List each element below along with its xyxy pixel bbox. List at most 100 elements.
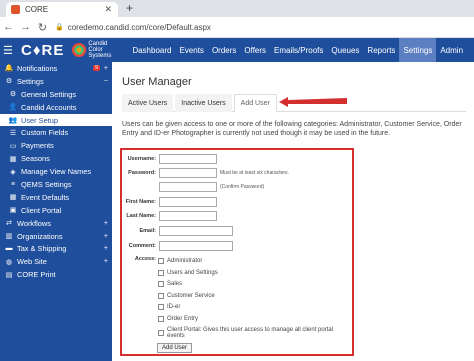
calendar-icon: ▦ — [9, 155, 17, 163]
core-logo[interactable]: C♦RE — [21, 42, 64, 59]
globe-icon: ◍ — [5, 258, 13, 266]
email-input[interactable] — [159, 226, 233, 236]
access-checkbox[interactable] — [158, 292, 164, 299]
forward-icon[interactable]: → — [17, 21, 34, 33]
access-option-label: Administrator — [167, 258, 203, 264]
sidebar-item-web-site[interactable]: ◍ Web Site + — [0, 255, 112, 268]
access-checkbox[interactable] — [158, 281, 164, 287]
tab-inactive-users[interactable]: Inactive Users — [175, 94, 232, 112]
card-icon: ▭ — [9, 142, 17, 150]
access-checkbox[interactable] — [158, 315, 164, 322]
access-checkbox[interactable] — [158, 330, 164, 336]
flow-icon: ⇄ — [6, 220, 12, 228]
sidebar-item-client-portal[interactable]: ▣ Client Portal — [0, 204, 112, 217]
expand-icon[interactable]: + — [104, 233, 108, 240]
portal-icon: ▣ — [9, 207, 17, 215]
confirm-password-input[interactable] — [159, 182, 217, 192]
sidebar: 🔔 Notifications 9 + ⚙ Settings − ⚙ General Setti… — [0, 62, 112, 361]
access-option[interactable]: Client Portal: Gives this user access to… — [158, 327, 352, 339]
nav-item-offers[interactable]: Offers — [240, 38, 270, 62]
sidebar-item-label: Workflows — [17, 218, 51, 228]
nav-item-settings[interactable]: Settings — [399, 38, 437, 62]
description-text: Users can be given access to one or more… — [122, 121, 462, 137]
first-name-input[interactable] — [159, 197, 217, 207]
sidebar-item-workflows[interactable]: ⇄ Workflows + — [0, 217, 112, 230]
brand-text: Candid Color Systems — [88, 41, 112, 59]
access-checkbox[interactable] — [158, 258, 164, 264]
sidebar-item-label: Custom Fields — [21, 128, 69, 138]
expand-icon[interactable]: + — [104, 65, 108, 72]
tab-title: CORE — [25, 5, 49, 14]
comment-input[interactable] — [159, 241, 233, 251]
sidebar-item-event-defaults[interactable]: ▦ Event Defaults — [0, 191, 112, 204]
comment-label: Comment: — [128, 243, 156, 249]
nav-item-dashboard[interactable]: Dashboard — [128, 38, 175, 62]
sidebar-item-payments[interactable]: ▭ Payments — [0, 139, 112, 152]
sidebar-item-settings[interactable]: ⚙ Settings − — [0, 75, 112, 88]
nav-item-admin[interactable]: Admin — [436, 38, 467, 62]
page-title: User Manager — [122, 76, 192, 88]
sidebar-item-label: Seasons — [21, 154, 50, 164]
menu-icon[interactable]: ☰ — [3, 44, 19, 57]
access-option[interactable]: ID-er — [158, 304, 180, 310]
email-row: Email: — [122, 226, 233, 236]
browser-tab-bar: CORE ✕ + — [0, 0, 474, 17]
sidebar-item-label: User Setup — [21, 115, 58, 125]
sidebar-item-notifications[interactable]: 🔔 Notifications 9 + — [0, 62, 112, 75]
sidebar-item-label: Payments — [21, 141, 54, 151]
password-label: Password: — [128, 170, 156, 176]
access-option[interactable]: Administrator — [158, 258, 202, 264]
list-icon: ☰ — [9, 129, 17, 137]
sidebar-item-label: Candid Accounts — [21, 102, 77, 112]
access-option[interactable]: Sales — [158, 281, 182, 287]
tab-add-user[interactable]: Add User — [233, 94, 277, 112]
sidebar-item-seasons[interactable]: ▦ Seasons — [0, 152, 112, 165]
username-input[interactable] — [159, 154, 217, 164]
close-icon[interactable]: ✕ — [104, 4, 112, 15]
brand-mark-icon — [72, 43, 87, 57]
reload-icon[interactable]: ↻ — [34, 21, 51, 34]
last-name-label: Last Name: — [126, 213, 156, 219]
sidebar-item-organizations[interactable]: ▥ Organizations + — [0, 230, 112, 243]
expand-icon[interactable]: + — [104, 245, 108, 252]
tab-active-users[interactable]: Active Users — [122, 94, 174, 112]
back-icon[interactable]: ← — [0, 21, 17, 33]
sidebar-item-qems-settings[interactable]: ≡ QEMS Settings — [0, 178, 112, 191]
truck-icon: ▬ — [5, 245, 13, 253]
sidebar-item-label: Organizations — [17, 231, 63, 241]
new-tab-icon[interactable]: + — [126, 1, 133, 15]
sidebar-item-manage-view-names[interactable]: ◈ Manage View Names — [0, 165, 112, 178]
sidebar-item-tax-shipping[interactable]: ▬ Tax & Shipping + — [0, 242, 112, 255]
tag-icon: ◈ — [10, 168, 16, 176]
access-option-label: ID-er — [167, 304, 181, 310]
first-name-row: First Name: — [122, 197, 217, 207]
password-input[interactable] — [159, 168, 217, 178]
access-checkbox[interactable] — [158, 269, 164, 276]
nav-item-reports[interactable]: Reports — [363, 38, 399, 62]
sidebar-item-core-print[interactable]: ▤ CORE Print — [0, 268, 112, 281]
nav-item-queues[interactable]: Queues — [327, 38, 363, 62]
access-option-label: Client Portal: Gives this user access to… — [166, 327, 334, 339]
sidebar-item-candid-accounts[interactable]: 👤 Candid Accounts — [0, 101, 112, 114]
access-option[interactable]: Order Entry — [158, 315, 198, 322]
access-checkbox[interactable] — [158, 304, 164, 310]
notification-badge: 9 — [92, 65, 100, 72]
nav-item-orders[interactable]: Orders — [208, 38, 240, 62]
add-user-button[interactable]: Add User — [157, 343, 193, 353]
last-name-input[interactable] — [159, 211, 217, 221]
expand-icon[interactable]: + — [104, 258, 108, 265]
annotation-arrow — [279, 97, 347, 107]
nav-item-events[interactable]: Events — [175, 38, 207, 62]
print-icon: ▤ — [5, 271, 13, 279]
url-field[interactable]: 🔒 coredemo.candid.com/core/Default.aspx — [55, 23, 211, 32]
sidebar-item-custom-fields[interactable]: ☰ Custom Fields — [0, 126, 112, 139]
access-option[interactable]: Customer Service — [158, 292, 215, 299]
nav-item-emails-proofs[interactable]: Emails/Proofs — [270, 38, 327, 62]
access-option[interactable]: Users and Settings — [158, 269, 218, 276]
sidebar-item-label: CORE Print — [17, 270, 56, 280]
browser-tab[interactable]: CORE ✕ — [6, 2, 118, 17]
collapse-icon[interactable]: − — [104, 78, 108, 85]
sidebar-item-general-settings[interactable]: ⚙ General Settings — [0, 88, 112, 101]
sidebar-item-user-setup[interactable]: 👥 User Setup — [0, 113, 112, 127]
expand-icon[interactable]: + — [104, 220, 108, 227]
